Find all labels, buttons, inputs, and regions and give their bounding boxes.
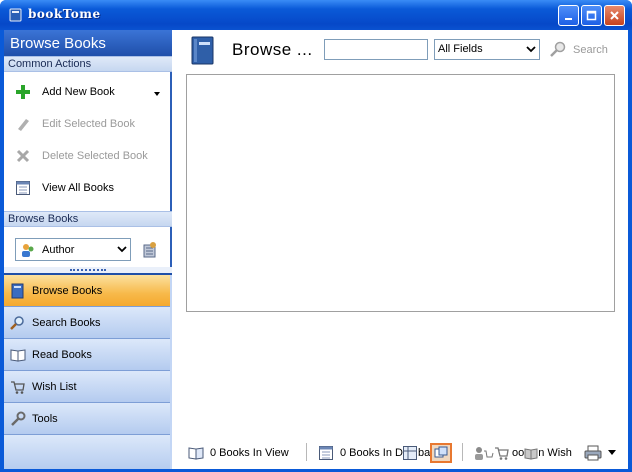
cart-icon: [10, 379, 26, 395]
close-icon: [610, 11, 619, 20]
pencil-icon: [14, 115, 32, 133]
client-area: Browse Books Common Actions Add New Book…: [4, 30, 628, 471]
browse-by-value: Author: [42, 243, 75, 256]
maximize-icon: [586, 10, 597, 21]
add-new-book-action[interactable]: Add New Book: [14, 82, 115, 102]
open-book-icon: [188, 447, 204, 460]
open-book-icon: [524, 448, 538, 460]
nav-tools[interactable]: Tools: [4, 403, 170, 435]
edit-selected-book-action[interactable]: Edit Selected Book: [14, 114, 135, 134]
browse-action-icon[interactable]: [141, 241, 159, 259]
books-list-view[interactable]: [186, 74, 615, 312]
status-separator: [462, 443, 463, 461]
books-in-view-label: 0 Books In View: [210, 447, 289, 459]
nav-overflow-area: [4, 435, 170, 471]
wrench-icon: [10, 411, 26, 427]
minimize-icon: [565, 18, 572, 20]
common-actions-header: Common Actions: [4, 56, 172, 72]
add-new-book-label: Add New Book: [42, 86, 115, 98]
browse-book-icon: [191, 36, 214, 65]
nav-search-books[interactable]: Search Books: [4, 307, 170, 339]
search-icon: [550, 41, 566, 57]
cart-icon: [495, 447, 509, 460]
app-window: bookTome Browse Books Common Actions Add…: [0, 0, 632, 472]
chevron-down-icon: [526, 46, 536, 53]
calendar-grid-icon: [14, 179, 32, 197]
browse-by-select[interactable]: Author: [15, 238, 131, 261]
books-in-db-tail: ba: [418, 447, 431, 459]
nav-tools-label: Tools: [32, 412, 58, 425]
delete-selected-book-label: Delete Selected Book: [42, 150, 148, 162]
app-book-icon: [9, 8, 22, 22]
nav-wish-list-label: Wish List: [32, 380, 77, 393]
db-overlap-status: ba: [402, 443, 430, 463]
users-cart-icon: [475, 447, 494, 460]
page-title: Browse ...: [232, 40, 313, 59]
chevron-down-icon: [608, 450, 616, 455]
chevron-down-icon: [117, 246, 127, 253]
browse-books-section-header: Browse Books: [4, 211, 172, 227]
calendar-grid-icon: [319, 446, 333, 460]
wish-status: oo n Wish: [474, 443, 572, 463]
book-icon: [10, 283, 26, 299]
sidebar-header: Browse Books: [4, 30, 172, 56]
search-button-label: Search: [573, 43, 608, 56]
nav-read-books-label: Read Books: [32, 348, 92, 361]
search-field-select[interactable]: All Fields: [434, 39, 540, 60]
windows-icon: [434, 446, 448, 458]
edit-selected-book-label: Edit Selected Book: [42, 118, 135, 130]
plus-icon: [14, 83, 32, 101]
open-book-icon: [10, 347, 26, 363]
wish-text-b: n Wish: [538, 447, 572, 459]
nav-browse-books[interactable]: Browse Books: [4, 275, 170, 307]
users-icon: [22, 243, 34, 257]
window-title: bookTome: [28, 7, 101, 21]
maximize-button[interactable]: [581, 5, 602, 26]
window-border-left: [0, 30, 4, 472]
add-book-dropdown-arrow[interactable]: [154, 92, 160, 96]
window-border-right: [628, 30, 632, 472]
close-button[interactable]: [604, 5, 625, 26]
books-in-db-status: 0 Books In D: [318, 443, 403, 463]
minimize-button[interactable]: [558, 5, 579, 26]
status-separator: [306, 443, 307, 461]
search-button[interactable]: Search: [549, 39, 608, 60]
nav-search-books-label: Search Books: [32, 316, 101, 329]
view-toggle-button[interactable]: [430, 443, 452, 463]
search-field-value: All Fields: [438, 43, 483, 55]
navigation-pane: Browse Books Search Books Read Books Wis…: [4, 273, 172, 471]
delete-selected-book-action[interactable]: Delete Selected Book: [14, 146, 148, 166]
main-content: Browse ... All Fields Search 0 Books In …: [174, 30, 628, 469]
view-all-books-label: View All Books: [42, 182, 114, 194]
nav-read-books[interactable]: Read Books: [4, 339, 170, 371]
books-in-db-label: 0 Books In D: [340, 447, 403, 459]
title-bar[interactable]: bookTome: [0, 0, 632, 30]
printer-icon: [584, 445, 602, 461]
nav-browse-books-label: Browse Books: [32, 284, 103, 297]
print-button[interactable]: [584, 443, 616, 463]
x-icon: [14, 147, 32, 165]
grid-icon: [403, 446, 417, 460]
search-input[interactable]: [324, 39, 428, 60]
wish-text-a: oo: [512, 447, 525, 459]
books-in-view-status: 0 Books In View: [188, 443, 289, 463]
magnifier-icon: [10, 315, 26, 331]
view-all-books-action[interactable]: View All Books: [14, 178, 114, 198]
sidebar: Browse Books Common Actions Add New Book…: [4, 30, 172, 471]
nav-wish-list[interactable]: Wish List: [4, 371, 170, 403]
status-bar: 0 Books In View 0 Books In D ba oo n Wis…: [174, 440, 628, 466]
